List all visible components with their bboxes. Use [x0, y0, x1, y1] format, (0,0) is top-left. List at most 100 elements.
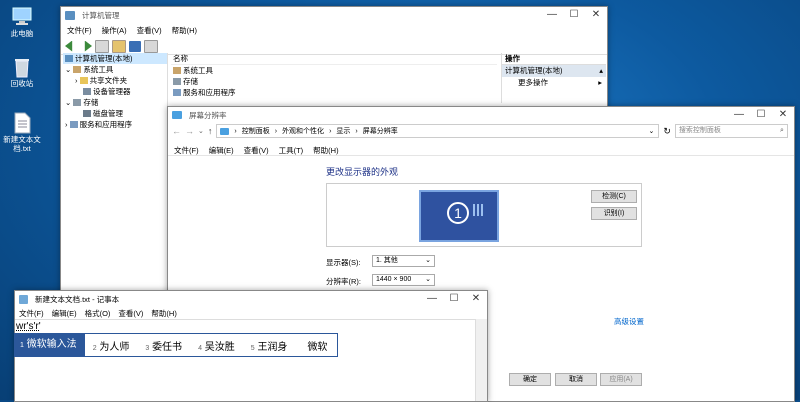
display-icon — [172, 111, 182, 119]
folder-icon — [79, 77, 88, 84]
breadcrumb-item[interactable]: 屏幕分辨率 — [363, 126, 398, 136]
close-button[interactable]: ✕ — [772, 107, 794, 123]
menu-file[interactable]: 文件(F) — [67, 25, 92, 36]
minimize-button[interactable]: — — [421, 291, 443, 307]
dropdown-arrow-icon[interactable]: ⌄ — [649, 127, 655, 135]
menu-view[interactable]: 查看(V) — [137, 25, 162, 36]
apply-button[interactable]: 应用(A) — [600, 373, 642, 386]
minimize-button[interactable]: — — [728, 107, 750, 123]
display-select[interactable]: 1. 其他 ⌄ — [372, 255, 435, 267]
show-tree-icon[interactable] — [95, 39, 109, 53]
more-actions[interactable]: 更多操作 ▸ — [502, 77, 606, 88]
tree-label: 设备管理器 — [93, 87, 131, 96]
ime-candidate-4[interactable]: 4 吴汝胜 — [190, 338, 243, 353]
maximize-button[interactable]: ☐ — [563, 7, 585, 23]
chevron-right-icon[interactable]: › — [75, 76, 78, 85]
monitor-number: 1 — [447, 202, 469, 224]
close-button[interactable]: ✕ — [585, 7, 607, 23]
identify-button[interactable]: 识别(I) — [591, 207, 637, 220]
advanced-settings-link[interactable]: 高级设置 — [614, 316, 644, 327]
tree-label: 磁盘管理 — [93, 109, 123, 118]
address-bar-row: ← → ⌄ ↑ › 控制面板 › 外观和个性化 › 显示 › 屏幕分辨率 ⌄ ↻ 搜索… — [168, 123, 794, 139]
collapse-arrow-icon[interactable]: ▴ — [599, 65, 603, 77]
chevron-down-icon[interactable]: ⌄ — [65, 65, 71, 74]
list-item[interactable]: 服务和应用程序 — [171, 87, 497, 98]
menu-edit[interactable]: 编辑(E) — [52, 308, 77, 319]
chevron-down-icon[interactable]: ⌄ — [198, 127, 204, 135]
actions-pane: 操作 计算机管理(本地) ▴ 更多操作 ▸ — [501, 53, 606, 103]
candidate-text: 委任书 — [152, 341, 183, 353]
ime-candidate-2[interactable]: 2 为人师 — [85, 338, 138, 353]
actions-selected[interactable]: 计算机管理(本地) ▴ — [502, 65, 606, 77]
refresh-icon[interactable]: ↻ — [663, 126, 671, 137]
breadcrumb-item[interactable]: 控制面板 — [242, 126, 270, 136]
search-icon: ⌕ — [780, 127, 784, 134]
vertical-scrollbar[interactable] — [475, 319, 487, 401]
breadcrumb-item[interactable]: 显示 — [336, 126, 350, 136]
help-icon[interactable] — [129, 40, 141, 52]
maximize-button[interactable]: ☐ — [750, 107, 772, 123]
candidate-number: 2 — [92, 344, 97, 352]
storage-icon — [173, 78, 181, 85]
candidate-number: 1 — [20, 342, 24, 349]
title-bar: 计算机管理 — ☐ ✕ — [61, 7, 607, 23]
monitor-1[interactable]: 1 — [419, 190, 499, 242]
tree-item-storage[interactable]: ⌄ 存储 — [63, 97, 167, 108]
tree-item-device-manager[interactable]: 设备管理器 — [63, 86, 167, 97]
menu-help[interactable]: 帮助(H) — [172, 25, 197, 36]
ime-candidate-5[interactable]: 5 王润身 — [243, 338, 296, 353]
up-arrow-icon[interactable]: ↑ — [208, 126, 213, 136]
text-file-icon — [11, 112, 33, 134]
storage-icon — [73, 99, 82, 106]
ime-candidate-1[interactable]: 1 微软输入法 — [15, 334, 85, 356]
window-title: 新建文本文档.txt - 记事本 — [35, 294, 120, 304]
resolution-label: 分辨率(R): — [326, 277, 361, 286]
tree-label: 存储 — [83, 98, 99, 107]
menu-help[interactable]: 帮助(H) — [151, 308, 176, 319]
minimize-button[interactable]: — — [541, 7, 563, 23]
close-button[interactable]: ✕ — [465, 291, 487, 307]
properties-icon[interactable] — [144, 39, 158, 53]
chevron-down-icon[interactable]: ⌄ — [65, 98, 71, 107]
chevron-right-icon[interactable]: › — [65, 120, 68, 129]
breadcrumb[interactable]: › 控制面板 › 外观和个性化 › 显示 › 屏幕分辨率 ⌄ — [216, 124, 660, 138]
tree-item-disk-management[interactable]: 磁盘管理 — [63, 108, 167, 119]
breadcrumb-separator: › — [329, 127, 332, 135]
menu-action[interactable]: 操作(A) — [102, 25, 127, 36]
maximize-button[interactable]: ☐ — [443, 291, 465, 307]
composition-text: wr's'r' — [16, 321, 41, 332]
detect-button[interactable]: 检测(C) — [591, 190, 637, 203]
back-arrow-icon[interactable]: ← — [172, 126, 181, 136]
computer-icon — [11, 6, 33, 26]
export-icon[interactable] — [112, 39, 126, 53]
breadcrumb-separator: › — [274, 127, 278, 135]
ok-button[interactable]: 确定 — [509, 373, 551, 386]
forward-arrow-icon[interactable] — [84, 40, 92, 52]
menu-bar: 文件(F) 操作(A) 查看(V) 帮助(H) — [61, 23, 607, 38]
list-pane: 名称 系统工具 存储 服务和应用程序 — [171, 53, 497, 103]
desktop-icon-this-pc[interactable]: 此电脑 — [2, 6, 42, 38]
services-icon — [173, 89, 181, 96]
back-arrow-icon[interactable] — [65, 40, 73, 52]
forward-arrow-icon[interactable]: → — [185, 126, 194, 136]
tree-item-root[interactable]: 计算机管理(本地) — [63, 53, 167, 64]
menu-file[interactable]: 文件(F) — [19, 308, 44, 319]
tree-item-shared-folders[interactable]: › 共享文件夹 — [63, 75, 167, 86]
tree-item-system-tools[interactable]: ⌄ 系统工具 — [63, 64, 167, 75]
column-header-name[interactable]: 名称 — [171, 53, 497, 65]
desktop-icon-recycle-bin[interactable]: 回收站 — [2, 56, 42, 88]
notepad-icon — [19, 294, 28, 304]
resolution-select[interactable]: 1440 × 900 ⌄ — [372, 274, 435, 286]
desktop-icon-text-file[interactable]: 新建文本文档.txt — [2, 112, 42, 153]
tree-item-services[interactable]: › 服务和应用程序 — [63, 119, 167, 130]
search-input[interactable]: 搜索控制面板 ⌕ — [674, 124, 788, 138]
text-area[interactable]: wr's'r' — [15, 319, 475, 402]
menu-format[interactable]: 格式(O) — [85, 308, 111, 319]
breadcrumb-item[interactable]: 外观和个性化 — [282, 126, 324, 136]
menu-view[interactable]: 查看(V) — [118, 308, 143, 319]
ime-more-candidates[interactable]: 微软 — [295, 338, 327, 353]
list-item[interactable]: 系统工具 — [171, 65, 497, 76]
list-item[interactable]: 存储 — [171, 76, 497, 87]
ime-candidate-3[interactable]: 3 委任书 — [137, 338, 190, 353]
cancel-button[interactable]: 取消 — [555, 373, 597, 386]
